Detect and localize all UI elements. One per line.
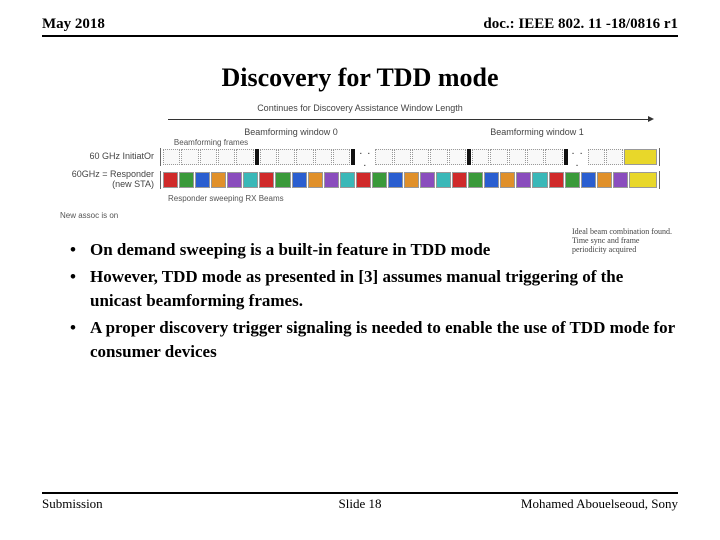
bullet-3: A proper discovery trigger signaling is …: [70, 316, 678, 363]
diagram-top-caption: Continues for Discovery Assistance Windo…: [60, 103, 660, 113]
bullet-list: On demand sweeping is a built-in feature…: [42, 238, 678, 363]
bullet-1: On demand sweeping is a built-in feature…: [70, 238, 678, 261]
bullet-2: However, TDD mode as presented in [3] as…: [70, 265, 678, 312]
responder-track: [160, 171, 660, 189]
new-assoc-label: New assoc is on: [60, 211, 660, 220]
header-date: May 2018: [42, 16, 105, 33]
window-0-label: Beamforming window 0: [168, 127, 414, 137]
header: May 2018 doc.: IEEE 802. 11 -18/0816 r1: [42, 16, 678, 37]
header-doc-id: doc.: IEEE 802. 11 -18/0816 r1: [483, 16, 678, 33]
footer-author: Mohamed Abouelseoud, Sony: [521, 496, 678, 512]
row1-label: 60 GHz InitiatOr: [60, 152, 160, 162]
arrow-line: [60, 115, 660, 125]
footer: Submission Slide 18 Mohamed Abouelseoud,…: [42, 492, 678, 512]
initiator-track: . . . . . .: [160, 148, 660, 166]
bf-frames-label: Beamforming frames: [168, 138, 254, 147]
ellipsis: . . .: [356, 145, 374, 169]
timing-diagram: Continues for Discovery Assistance Windo…: [60, 103, 660, 220]
page-title: Discovery for TDD mode: [42, 63, 678, 93]
row2-label: 60GHz = Responder (new STA): [60, 170, 160, 190]
window-1-label: Beamforming window 1: [414, 127, 660, 137]
ellipsis: . . .: [569, 145, 587, 169]
footer-left: Submission: [42, 496, 103, 512]
brace-label: Responder sweeping RX Beams: [168, 194, 660, 203]
